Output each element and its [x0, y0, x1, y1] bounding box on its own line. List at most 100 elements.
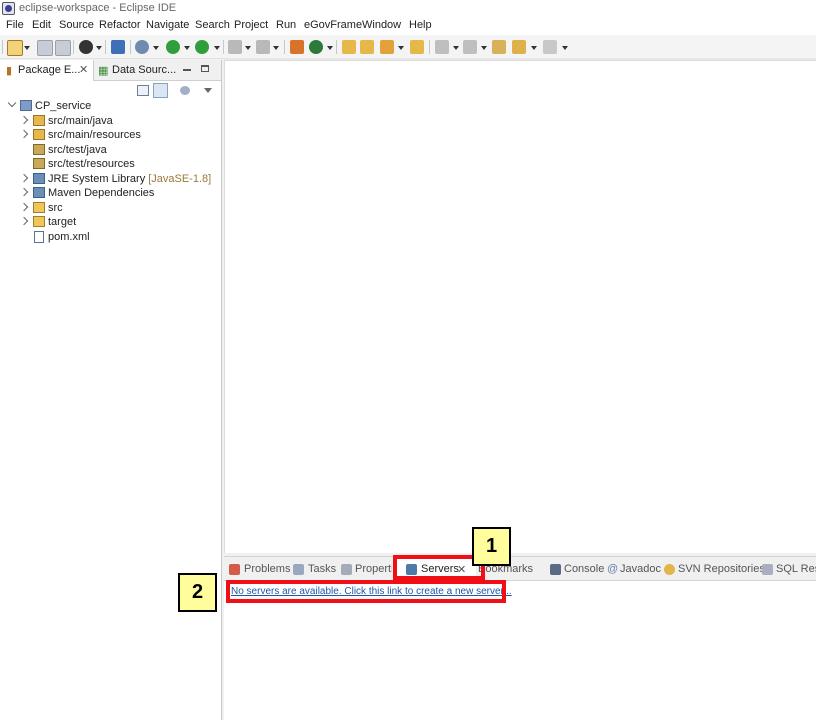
- open-folder-icon[interactable]: [410, 40, 424, 54]
- focus-icon[interactable]: [180, 86, 190, 95]
- menu-run[interactable]: Run: [276, 19, 296, 31]
- tab-data-source-label: Data Sourc...: [112, 64, 177, 76]
- tab-data-source[interactable]: ▦ Data Sourc...: [94, 60, 176, 81]
- tab-properties-label: Properties: [355, 563, 392, 575]
- chevron-right-icon[interactable]: [19, 202, 29, 212]
- annotation-dropdown-icon[interactable]: [453, 46, 459, 50]
- toolbar-separator: [429, 40, 430, 54]
- terminal-icon[interactable]: [111, 40, 125, 54]
- menu-edit[interactable]: Edit: [32, 19, 51, 31]
- tab-properties[interactable]: Properties: [338, 557, 392, 581]
- view-menu-icon[interactable]: [204, 88, 212, 93]
- back-dropdown-icon[interactable]: [531, 46, 537, 50]
- tab-console[interactable]: Console: [548, 557, 604, 581]
- back-icon[interactable]: [512, 40, 526, 54]
- tab-sql-results-label: SQL Resu: [776, 563, 816, 575]
- collapse-all-icon[interactable]: [137, 85, 149, 96]
- tree-item[interactable]: src/test/java: [0, 143, 220, 158]
- data-source-icon: ▦: [98, 65, 109, 77]
- toolbar-separator: [130, 40, 131, 54]
- menu-project[interactable]: Project: [234, 19, 268, 31]
- tree-item[interactable]: src: [0, 201, 220, 216]
- forward-icon[interactable]: [543, 40, 557, 54]
- chevron-right-icon[interactable]: [19, 129, 29, 139]
- highlight-new-server-link: [226, 580, 506, 603]
- tree-item[interactable]: src/test/resources: [0, 157, 220, 172]
- left-tab-bar: ▮ Package E... ✕ ▦ Data Sourc...: [0, 60, 221, 81]
- tab-svn-repositories[interactable]: SVN Repositories: [662, 557, 765, 581]
- tab-javadoc[interactable]: @ Javadoc: [605, 557, 661, 581]
- run-external-icon[interactable]: [195, 40, 209, 54]
- menu-file[interactable]: File: [6, 19, 24, 31]
- tab-sql-results[interactable]: SQL Resu: [761, 557, 816, 581]
- minimize-icon[interactable]: [183, 69, 191, 71]
- chevron-right-icon[interactable]: [19, 115, 29, 125]
- tree-item[interactable]: Maven Dependencies: [0, 186, 220, 201]
- stop-icon[interactable]: [228, 40, 242, 54]
- package-explorer-panel: ▮ Package E... ✕ ▦ Data Sourc... CP_serv…: [0, 60, 222, 720]
- tab-problems[interactable]: Problems: [224, 557, 290, 581]
- library-icon: [33, 187, 45, 198]
- javadoc-icon: @: [607, 563, 619, 575]
- run-icon[interactable]: [166, 40, 180, 54]
- menu-search[interactable]: Search: [195, 19, 230, 31]
- deploy-icon[interactable]: [256, 40, 270, 54]
- tree-item[interactable]: src/main/java: [0, 114, 220, 129]
- link-with-editor-icon[interactable]: [153, 83, 168, 98]
- package-folder-icon: [33, 158, 45, 169]
- search-icon[interactable]: [380, 40, 394, 54]
- tab-tasks-label: Tasks: [308, 563, 337, 575]
- menu-egovframe[interactable]: eGovFrame: [304, 19, 362, 31]
- search-dropdown-icon[interactable]: [398, 46, 404, 50]
- tree-item[interactable]: JRE System Library [JavaSE-1.8]: [0, 172, 220, 187]
- debug-dropdown-icon[interactable]: [153, 46, 159, 50]
- new-server-icon[interactable]: [290, 40, 304, 54]
- maximize-icon[interactable]: [201, 65, 209, 72]
- tab-package-explorer[interactable]: ▮ Package E... ✕: [0, 60, 94, 81]
- save-all-icon[interactable]: [55, 40, 71, 56]
- chevron-right-icon[interactable]: [19, 187, 29, 197]
- open-type-icon[interactable]: [342, 40, 356, 54]
- new-project-dropdown-icon[interactable]: [327, 46, 333, 50]
- run-external-dropdown-icon[interactable]: [214, 46, 220, 50]
- profile-dropdown-icon[interactable]: [96, 46, 102, 50]
- chevron-right-icon[interactable]: [19, 216, 29, 226]
- annotation-icon[interactable]: [435, 40, 449, 54]
- stop-dropdown-icon[interactable]: [245, 46, 251, 50]
- forward-dropdown-icon[interactable]: [562, 46, 568, 50]
- properties-icon: [341, 564, 352, 575]
- open-resource-icon[interactable]: [360, 40, 374, 54]
- tree-item[interactable]: target: [0, 215, 220, 230]
- folder-icon: [33, 216, 45, 227]
- tree-item-label: JRE System Library [JavaSE-1.8]: [48, 173, 212, 185]
- tab-javadoc-label: Javadoc: [620, 563, 661, 575]
- menu-refactor[interactable]: Refactor: [99, 19, 141, 31]
- save-icon[interactable]: [37, 40, 53, 56]
- editor-area[interactable]: [224, 60, 816, 553]
- new-file-icon[interactable]: [7, 40, 23, 56]
- menu-source[interactable]: Source: [59, 19, 94, 31]
- toolbar-separator: [2, 40, 3, 54]
- chevron-down-icon[interactable]: [7, 98, 17, 108]
- menu-window[interactable]: Window: [362, 19, 401, 31]
- tree-project[interactable]: CP_service: [0, 98, 220, 114]
- new-dropdown-icon[interactable]: [24, 46, 30, 50]
- debug-icon[interactable]: [135, 40, 149, 54]
- new-project-icon[interactable]: [309, 40, 323, 54]
- last-edit-icon[interactable]: [492, 40, 506, 54]
- menu-help[interactable]: Help: [409, 19, 432, 31]
- tree-item[interactable]: pom.xml: [0, 230, 220, 245]
- prev-annotation-icon[interactable]: [463, 40, 477, 54]
- profile-icon[interactable]: [79, 40, 93, 54]
- main-toolbar: [0, 35, 816, 59]
- close-icon[interactable]: ✕: [79, 63, 88, 76]
- chevron-right-icon[interactable]: [19, 173, 29, 183]
- run-dropdown-icon[interactable]: [184, 46, 190, 50]
- tree-item[interactable]: src/main/resources: [0, 128, 220, 143]
- bottom-tab-bar: Problems Tasks Properties Servers ✕ Book…: [224, 557, 816, 581]
- prev-annotation-dropdown-icon[interactable]: [481, 46, 487, 50]
- menu-navigate[interactable]: Navigate: [146, 19, 189, 31]
- deploy-dropdown-icon[interactable]: [273, 46, 279, 50]
- eclipse-app-icon: [2, 2, 15, 15]
- tab-tasks[interactable]: Tasks: [290, 557, 338, 581]
